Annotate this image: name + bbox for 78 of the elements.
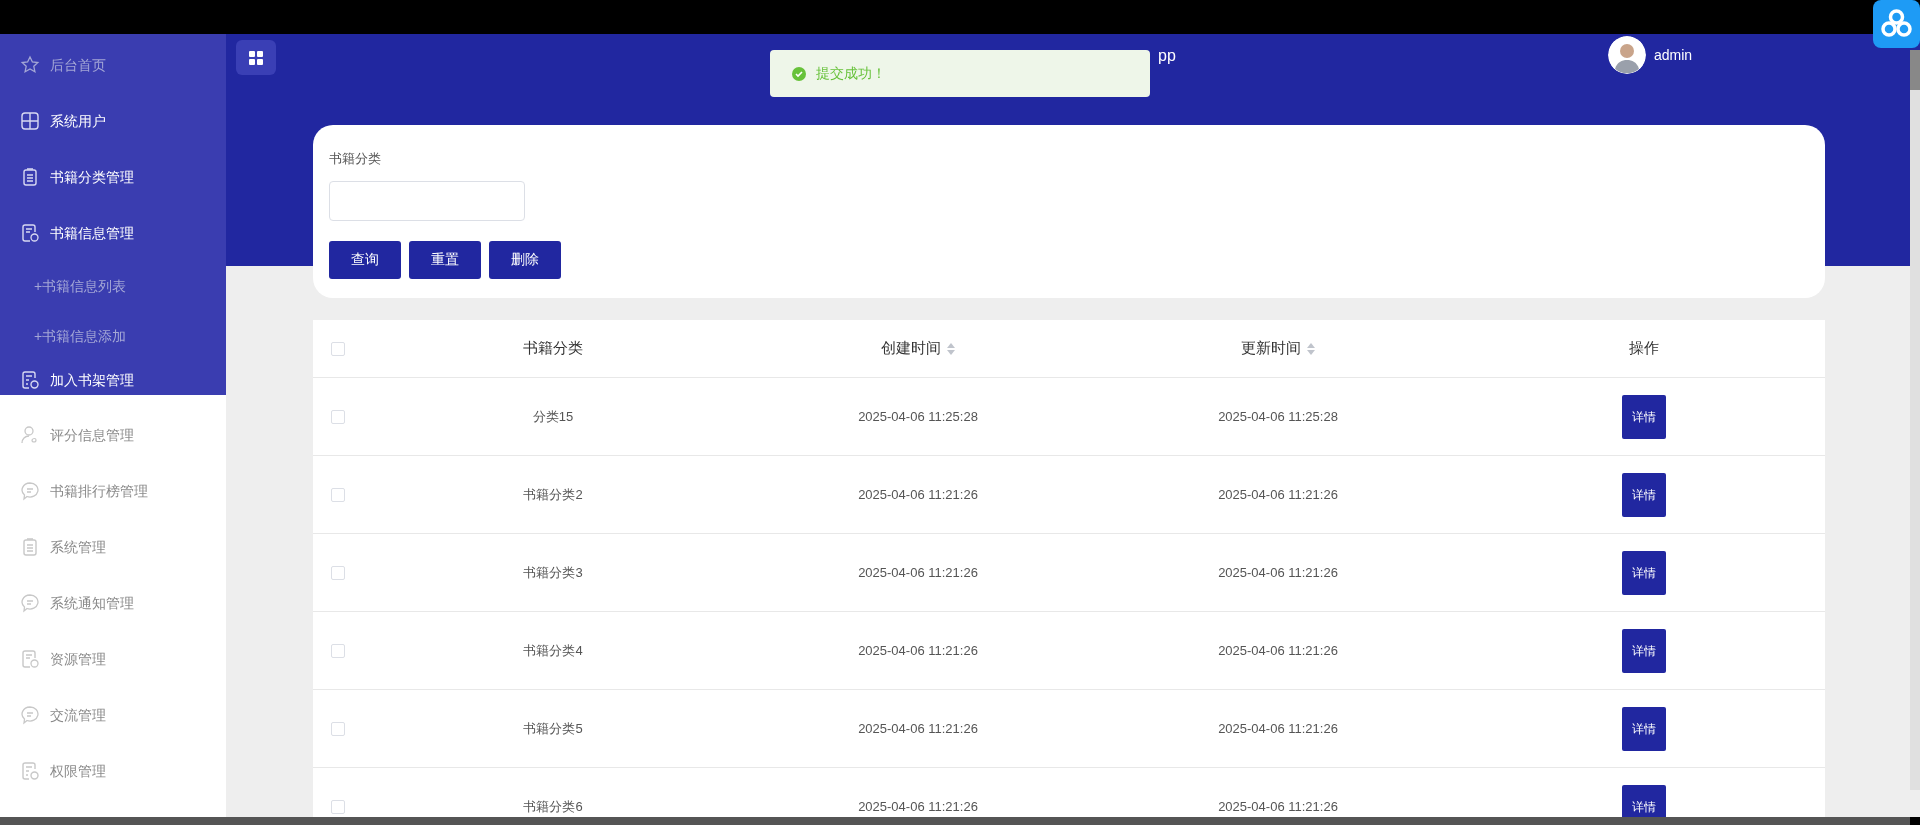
table-cell: 2025-04-06 11:21:26 [1218,564,1338,580]
document-clock-icon [20,223,40,243]
row-checkbox[interactable] [331,721,345,736]
delete-button[interactable]: 删除 [489,240,561,279]
details-button[interactable]: 详情 [1622,628,1666,673]
table-cell: 2025-04-06 11:21:26 [858,642,978,658]
sidebar-item[interactable]: 权限管理 [50,760,106,782]
clipboard-icon [20,167,40,187]
row-checkbox[interactable] [331,799,345,814]
app-icon[interactable] [1873,0,1920,48]
details-button[interactable]: 详情 [1622,784,1666,817]
table-cell: 2025-04-06 11:25:28 [858,408,978,424]
select-all-checkbox[interactable] [331,341,345,356]
details-button[interactable]: 详情 [1622,472,1666,517]
document-icon [20,370,40,390]
table-cell: 分类15 [532,408,574,424]
avatar[interactable] [1608,36,1646,74]
header-title: pp [1158,46,1176,66]
table-cell: 2025-04-06 11:21:26 [1218,720,1338,736]
sidebar-item[interactable]: 系统管理 [50,536,106,558]
row-checkbox[interactable] [331,565,345,580]
details-button[interactable]: 详情 [1622,394,1666,439]
sidebar-item[interactable]: 书籍分类管理 [50,166,134,188]
details-button[interactable]: 详情 [1622,706,1666,751]
document-clock-icon [20,649,40,669]
table-cell: 书籍分类4 [523,642,583,658]
success-icon [792,66,806,81]
row-checkbox[interactable] [331,643,345,658]
horizontal-scrollbar[interactable] [0,817,1910,825]
chat-bubble-icon [20,593,40,613]
table-cell: 书籍分类2 [523,486,583,502]
reset-button[interactable]: 重置 [409,240,481,279]
sidebar-item[interactable]: 系统通知管理 [50,592,134,614]
column-header[interactable]: 创建时间 [881,337,955,360]
table-cell: 2025-04-06 11:21:26 [1218,642,1338,658]
column-header: 书籍分类 [523,338,583,359]
search-button[interactable]: 查询 [329,240,401,279]
user-icon [20,425,40,445]
sidebar-item[interactable]: 书籍排行榜管理 [50,480,148,502]
details-button[interactable]: 详情 [1622,550,1666,595]
grid-icon [249,50,263,65]
document-icon [20,761,40,781]
table-cell: 书籍分类3 [523,564,583,580]
toast-message: 提交成功！ [770,50,1150,97]
category-input[interactable] [329,180,525,221]
scrollbar[interactable] [1910,50,1920,790]
sort-icon [947,342,955,355]
row-checkbox[interactable] [331,487,345,502]
table-cell: 2025-04-06 11:21:26 [1218,486,1338,502]
submenu-item[interactable]: +书籍信息列表 [34,275,127,297]
table-cell: 书籍分类6 [523,798,583,814]
user-name[interactable]: admin [1654,44,1693,66]
table-cell: 2025-04-06 11:21:26 [858,720,978,736]
menu-button[interactable] [236,40,276,75]
grid-icon [20,111,40,131]
table-cell: 2025-04-06 11:21:26 [858,798,978,814]
table-cell: 书籍分类5 [523,720,583,736]
table-cell: 2025-04-06 11:21:26 [858,486,978,502]
row-checkbox[interactable] [331,409,345,424]
sidebar-item[interactable]: 系统用户 [50,110,106,132]
chat-bubble-icon [20,481,40,501]
chat-bubble-icon [20,705,40,725]
table-cell: 2025-04-06 11:21:26 [1218,798,1338,814]
sidebar-item[interactable]: 后台首页 [50,54,106,76]
sidebar-item[interactable]: 资源管理 [50,648,106,670]
sidebar-item[interactable]: 交流管理 [50,704,106,726]
sidebar-item[interactable]: 加入书架管理 [50,369,134,391]
table-cell: 2025-04-06 11:25:28 [1218,408,1338,424]
sidebar-item[interactable]: 评分信息管理 [50,424,134,446]
column-header[interactable]: 更新时间 [1241,337,1315,360]
star-icon [20,55,40,75]
clipboard-icon [20,537,40,557]
sort-icon [1307,342,1315,355]
table-cell: 2025-04-06 11:21:26 [858,564,978,580]
field-label: 书籍分类 [329,150,382,168]
submenu-item[interactable]: +书籍信息添加 [34,325,127,347]
sidebar-item[interactable]: 书籍信息管理 [50,222,134,244]
column-header: 操作 [1629,338,1659,359]
